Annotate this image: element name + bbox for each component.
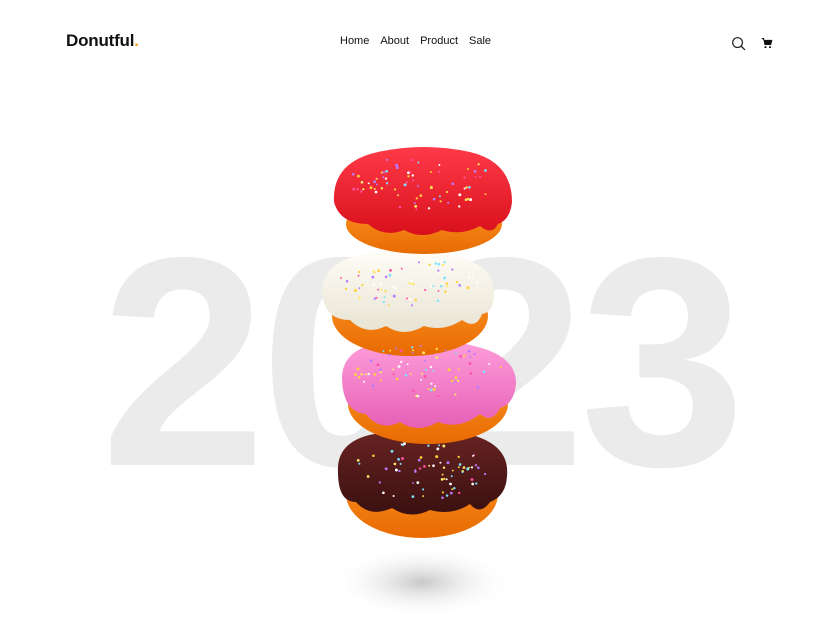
- nav-about[interactable]: About: [380, 35, 409, 47]
- header-actions: [729, 34, 776, 52]
- search-icon: [731, 36, 745, 50]
- hero-section: 2023: [0, 84, 840, 640]
- donut-vanilla: [322, 249, 494, 356]
- nav-sale[interactable]: Sale: [469, 35, 491, 47]
- cart-icon: [761, 38, 773, 49]
- brand-logo[interactable]: Donutful.: [66, 31, 139, 51]
- nav-product[interactable]: Product: [420, 35, 458, 47]
- cart-button[interactable]: [758, 34, 776, 52]
- nav-home[interactable]: Home: [340, 35, 369, 47]
- search-button[interactable]: [729, 34, 747, 52]
- main-nav: Home About Product Sale: [340, 35, 491, 47]
- donut-strawberry: [333, 147, 512, 254]
- brand-dot: .: [134, 31, 139, 50]
- site-header: Donutful. Home About Product Sale: [0, 0, 840, 84]
- donut-chocolate: [337, 427, 508, 538]
- donut-stack-image: [322, 147, 517, 618]
- donut-shadow: [330, 546, 514, 618]
- brand-name: Donutful: [66, 31, 135, 50]
